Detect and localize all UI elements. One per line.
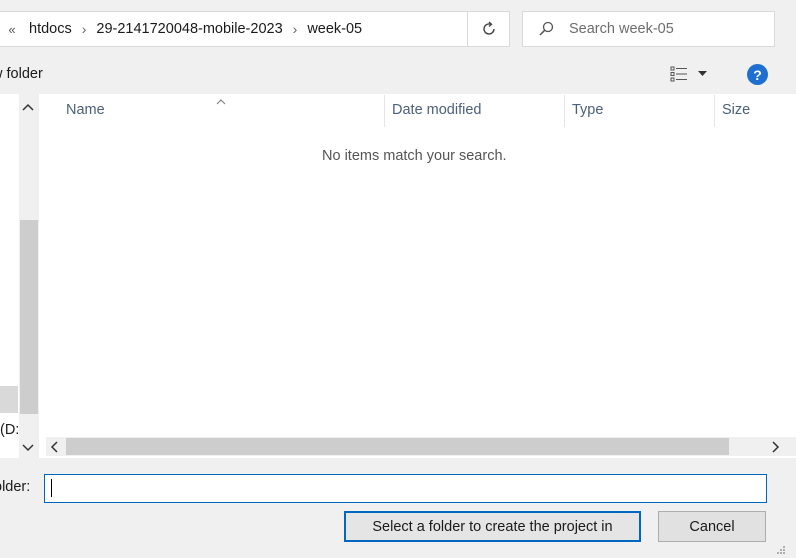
cancel-button[interactable]: Cancel — [658, 511, 766, 542]
column-divider[interactable] — [564, 95, 565, 127]
chevron-right-icon[interactable]: › — [287, 21, 304, 37]
sort-ascending-icon — [216, 92, 226, 108]
folder-field-label: older: — [0, 479, 31, 495]
scroll-left-arrow-icon[interactable] — [50, 440, 58, 456]
column-header-size[interactable]: Size — [722, 102, 750, 118]
scroll-down-arrow-icon[interactable] — [22, 439, 34, 455]
nav-scrollbar-thumb[interactable] — [20, 220, 38, 414]
change-view-button[interactable] — [670, 66, 707, 82]
empty-results-message: No items match your search. — [322, 148, 507, 164]
new-folder-button[interactable]: w folder — [0, 66, 43, 82]
breadcrumb-htdocs[interactable]: htdocs — [25, 21, 76, 37]
folder-input[interactable] — [44, 474, 767, 503]
address-bar[interactable]: « htdocs › 29-2141720048-mobile-2023 › w… — [0, 11, 507, 47]
breadcrumb-week[interactable]: week-05 — [303, 21, 366, 37]
caret-down-icon — [698, 71, 707, 76]
text-caret — [51, 479, 52, 497]
help-button[interactable]: ? — [747, 64, 768, 85]
breadcrumb-project[interactable]: 29-2141720048-mobile-2023 — [92, 21, 286, 37]
chevron-right-icon[interactable]: › — [76, 21, 93, 37]
scroll-right-arrow-icon[interactable] — [772, 440, 780, 456]
search-input[interactable] — [569, 21, 759, 37]
search-box[interactable] — [522, 11, 775, 47]
scroll-up-arrow-icon[interactable] — [22, 98, 34, 114]
select-folder-button[interactable]: Select a folder to create the project in — [344, 511, 641, 542]
breadcrumb-overflow-icon[interactable]: « — [0, 22, 25, 37]
column-header-type[interactable]: Type — [572, 102, 603, 118]
column-divider[interactable] — [714, 95, 715, 127]
column-divider[interactable] — [384, 95, 385, 127]
details-view-icon — [670, 66, 687, 82]
refresh-icon — [482, 21, 495, 35]
column-header-name[interactable]: Name — [66, 102, 105, 118]
resize-grip-icon[interactable] — [776, 542, 786, 558]
refresh-button[interactable] — [467, 11, 510, 47]
column-header-date-modified[interactable]: Date modified — [392, 102, 481, 118]
search-icon — [523, 21, 569, 37]
horizontal-scrollbar-thumb[interactable] — [66, 438, 729, 455]
nav-selected-item[interactable] — [0, 386, 18, 413]
